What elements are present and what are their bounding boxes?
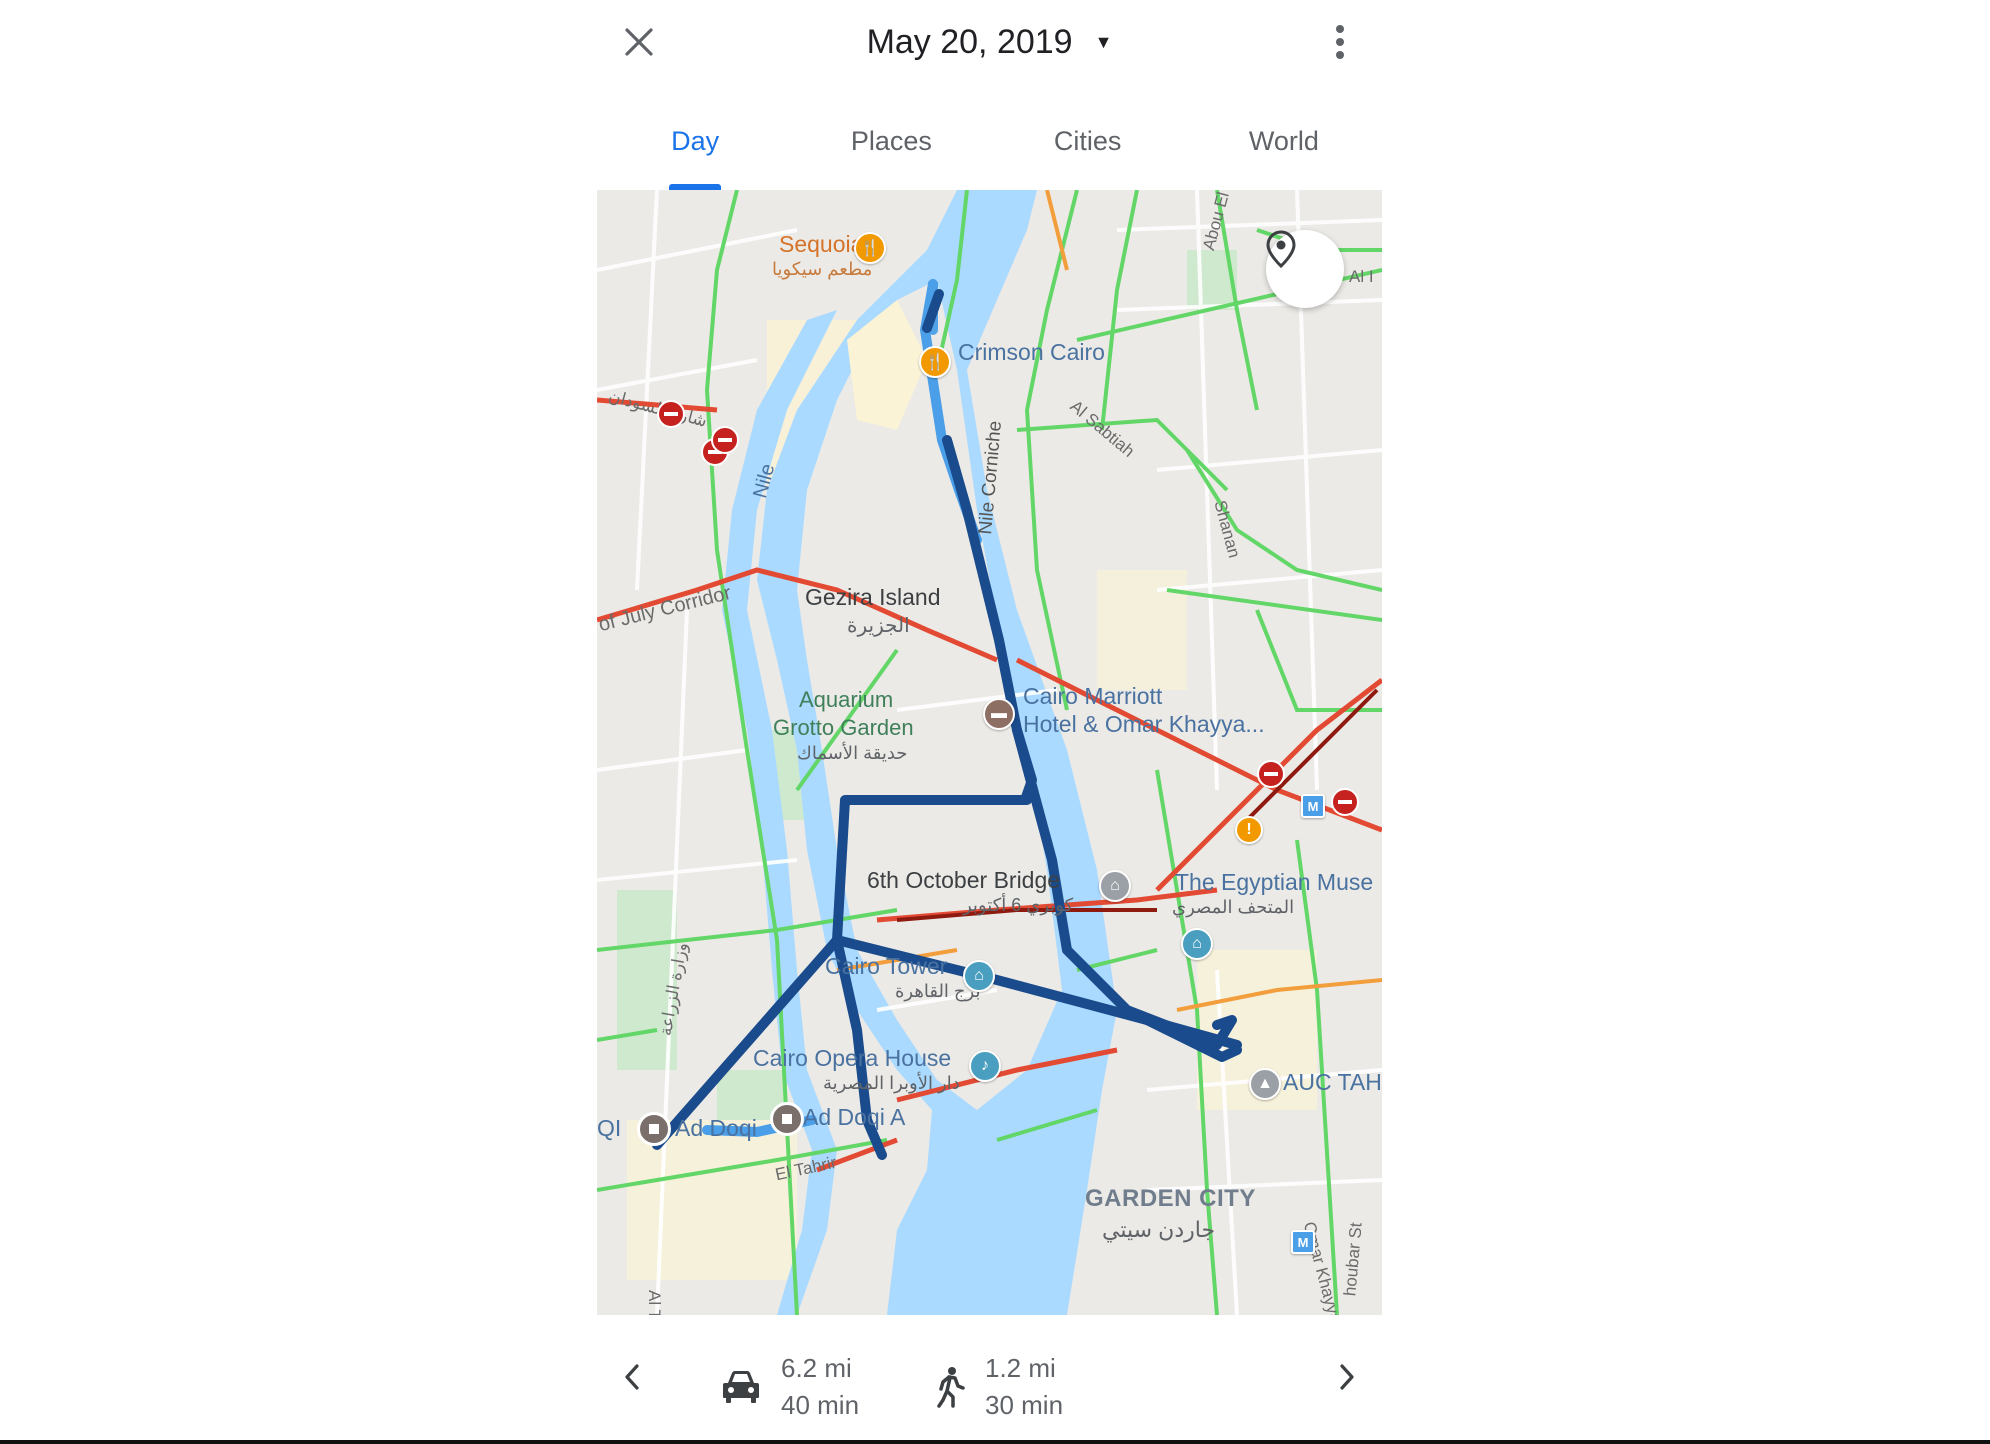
walking-icon bbox=[937, 1367, 965, 1408]
walk-values: 1.2 mi 30 min bbox=[985, 1350, 1063, 1424]
hotel-icon[interactable]: ▬ bbox=[983, 698, 1015, 730]
label-sequoia: Sequoia bbox=[779, 231, 864, 257]
no-entry-icon[interactable] bbox=[1257, 760, 1285, 788]
label-qi: QI bbox=[597, 1115, 622, 1141]
label-cairo-tower: Cairo Tower bbox=[825, 953, 948, 979]
label-aquarium-1: Aquarium bbox=[799, 687, 894, 712]
label-al-bottom: Al T bbox=[645, 1290, 664, 1315]
stop-marker[interactable] bbox=[770, 1102, 804, 1136]
tab-cities-label: Cities bbox=[1053, 126, 1122, 156]
location-pin-button[interactable] bbox=[1266, 230, 1344, 308]
label-6th-october-bridge: 6th October Bridge bbox=[867, 867, 1061, 893]
drive-summary: 6.2 mi 40 min bbox=[721, 1350, 859, 1424]
label-garden-city: GARDEN CITY bbox=[1085, 1185, 1256, 1212]
more-options-button[interactable] bbox=[1316, 18, 1364, 66]
metro-icon[interactable]: M bbox=[1301, 794, 1325, 818]
label-al-edge: Al I bbox=[1349, 267, 1374, 286]
tab-day-label: Day bbox=[671, 126, 720, 156]
map-view[interactable]: Sequoia مطعم سيكويا 🍴 🍴 Crimson Cairo Ni… bbox=[597, 190, 1382, 1315]
label-opera-ar: دار الأوبرا المصرية bbox=[823, 1073, 960, 1093]
previous-day-button[interactable] bbox=[607, 1352, 657, 1402]
label-marriott-2: Hotel & Omar Khayya... bbox=[1023, 711, 1265, 737]
label-ad-doqi-a: Ad Doqi A bbox=[803, 1104, 906, 1130]
date-label: May 20, 2019 bbox=[866, 22, 1073, 61]
label-bridge-ar: كوبري 6 أكتوبر bbox=[963, 895, 1074, 915]
museum-icon[interactable]: ⌂ bbox=[1099, 870, 1131, 902]
chevron-down-icon: ▼ bbox=[1094, 32, 1113, 52]
label-crimson-cairo: Crimson Cairo bbox=[958, 339, 1105, 365]
tab-world[interactable]: World bbox=[1186, 108, 1382, 190]
drive-values: 6.2 mi 40 min bbox=[781, 1350, 859, 1424]
header: May 20, 2019 ▼ bbox=[597, 0, 1382, 84]
more-vert-icon bbox=[1336, 25, 1344, 59]
label-ad-doqi: Ad Doqi bbox=[675, 1115, 757, 1141]
stop-marker[interactable] bbox=[637, 1112, 671, 1146]
metro-icon[interactable]: M bbox=[1291, 1230, 1315, 1254]
bottom-divider bbox=[0, 1440, 1990, 1444]
tab-places[interactable]: Places bbox=[793, 108, 989, 190]
label-museum-ar: المتحف المصري bbox=[1172, 897, 1295, 917]
label-auc: AUC TAH bbox=[1283, 1069, 1382, 1095]
tab-places-label: Places bbox=[850, 126, 932, 156]
chevron-left-icon bbox=[625, 1364, 639, 1390]
school-icon[interactable]: ▲ bbox=[1249, 1068, 1281, 1100]
restaurant-icon[interactable]: 🍴 bbox=[854, 232, 886, 264]
museum-icon[interactable]: ⌂ bbox=[1181, 928, 1213, 960]
label-cairo-opera-house: Cairo Opera House bbox=[753, 1045, 952, 1071]
museum-icon[interactable]: ⌂ bbox=[963, 960, 995, 992]
no-entry-icon[interactable] bbox=[657, 400, 685, 428]
label-garden-city-ar: جاردن سيتي bbox=[1102, 1217, 1216, 1242]
walk-duration: 30 min bbox=[985, 1390, 1064, 1420]
date-picker[interactable]: May 20, 2019 ▼ bbox=[597, 16, 1382, 68]
tab-world-label: World bbox=[1248, 126, 1319, 156]
label-gezira-ar: الجزيرة bbox=[847, 615, 910, 637]
no-entry-icon[interactable] bbox=[1331, 788, 1359, 816]
summary-footer: 6.2 mi 40 min 1.2 mi 30 min bbox=[597, 1330, 1382, 1444]
tab-bar: Day Places Cities World bbox=[597, 108, 1382, 190]
label-sequoia-ar: مطعم سيكويا bbox=[772, 259, 873, 279]
car-icon bbox=[723, 1371, 759, 1403]
label-egyptian-museum: The Egyptian Muse bbox=[1175, 869, 1374, 895]
tab-cities[interactable]: Cities bbox=[990, 108, 1186, 190]
no-entry-icon[interactable] bbox=[711, 426, 739, 454]
label-aquarium-2: Grotto Garden bbox=[773, 715, 914, 740]
warning-icon[interactable]: ! bbox=[1235, 816, 1263, 844]
tab-day[interactable]: Day bbox=[597, 108, 793, 190]
music-icon[interactable]: ♪ bbox=[969, 1050, 1001, 1082]
walk-distance: 1.2 mi bbox=[985, 1353, 1056, 1383]
drive-duration: 40 min bbox=[781, 1390, 860, 1420]
next-day-button[interactable] bbox=[1322, 1352, 1372, 1402]
chevron-right-icon bbox=[1340, 1364, 1354, 1390]
location-pin-icon bbox=[1266, 230, 1296, 268]
walk-summary: 1.2 mi 30 min bbox=[935, 1350, 1063, 1424]
label-marriott-1: Cairo Marriott bbox=[1023, 683, 1163, 709]
timeline-app: May 20, 2019 ▼ Day Places Cities World S… bbox=[597, 0, 1382, 1444]
restaurant-icon[interactable]: 🍴 bbox=[919, 346, 951, 378]
label-gezira-island: Gezira Island bbox=[805, 584, 941, 610]
label-aquarium-ar: حديقة الأسماك bbox=[797, 743, 908, 763]
drive-distance: 6.2 mi bbox=[781, 1353, 852, 1383]
